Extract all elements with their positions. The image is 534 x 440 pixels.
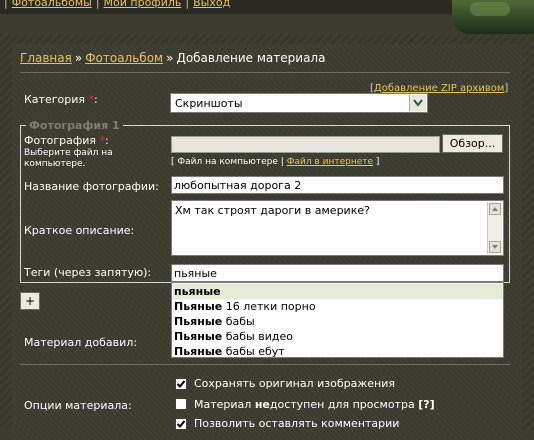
bracket-open: [	[171, 157, 175, 167]
autocomplete-item[interactable]: пьяные	[173, 284, 503, 299]
suggestion-bold: Пьяные	[174, 300, 223, 313]
autocomplete-item[interactable]: Пьяные бабы видео	[173, 329, 503, 344]
autocomplete-item[interactable]: Пьяные 16 летки порно	[173, 299, 503, 314]
suggestion-rest: бабы ебут	[222, 345, 285, 358]
header-foliage-highlight	[470, 2, 510, 16]
breadcrumb-arrow: »	[166, 51, 174, 65]
source-separator: |	[280, 157, 284, 167]
category-label: Категория	[24, 93, 85, 106]
added-by-label: Материал добавил:	[24, 336, 138, 349]
allow-comments-checkbox[interactable]	[175, 418, 187, 430]
option-text-bold: не	[254, 398, 270, 411]
top-nav-separator: |	[185, 0, 190, 9]
suggestion-rest: бабы видео	[222, 330, 293, 343]
divider	[20, 72, 510, 73]
breadcrumb-current: Добавление материала	[176, 51, 326, 65]
photo-label-wrapper: Фотография *:	[24, 134, 109, 147]
category-select[interactable]: Скриншоты	[170, 93, 428, 113]
tags-autocomplete-list: пьяные Пьяные 16 летки порно Пьяные бабы…	[171, 282, 504, 358]
suggestion-bold: Пьяные	[174, 315, 223, 328]
unavailable-label: Материал недоступен для просмотра [?]	[194, 398, 435, 411]
description-scrollbar[interactable]	[487, 202, 502, 254]
options-label: Опции материала:	[24, 399, 132, 412]
help-link[interactable]: [?]	[418, 398, 434, 411]
option-text: Позволить оставлять комментарии	[194, 417, 400, 430]
photo-section-title: Фотография 1	[26, 119, 123, 132]
suggestion-rest: бабы	[222, 315, 255, 328]
bracket-close: ]	[375, 157, 380, 167]
option-text: Материал	[194, 398, 255, 411]
photo-source-switch: [ Файл на компьютере | Файл в интернете …	[171, 157, 379, 167]
photo-file-input[interactable]	[171, 136, 440, 153]
label-colon: :	[105, 134, 109, 147]
photo-title-label: Название фотографии:	[24, 180, 159, 193]
bracket-close: ]	[504, 83, 509, 94]
label-colon: :	[93, 93, 98, 106]
source-internet-link[interactable]: Файл в интернете	[287, 157, 373, 167]
checkmark-icon	[176, 420, 186, 428]
category-select-value: Скриншоты	[175, 97, 243, 110]
nav-link-my-profile[interactable]: Мой профиль	[104, 0, 182, 9]
breadcrumb-album-link[interactable]: Фотоальбом	[85, 51, 163, 65]
tags-input[interactable]: пьяные	[171, 264, 504, 282]
keep-original-checkbox[interactable]	[175, 378, 187, 390]
description-text: Хм так строят дароги в америке?	[175, 204, 370, 217]
chevron-down-icon[interactable]	[409, 95, 426, 111]
browse-button[interactable]: Обзор...	[442, 134, 503, 153]
allow-comments-label: Позволить оставлять комментарии	[194, 417, 399, 430]
photo-title-input[interactable]: любопытная дорога 2	[171, 176, 504, 194]
top-nav: | Фотоальбомы | Мой профиль | Выход	[0, 0, 230, 9]
scroll-down-icon[interactable]	[489, 241, 501, 253]
autocomplete-item[interactable]: Пьяные бабы ебут	[173, 344, 503, 359]
scroll-up-icon[interactable]	[489, 203, 501, 215]
breadcrumb-home-link[interactable]: Главная	[20, 51, 72, 65]
suggestion-rest: 16 летки порно	[222, 300, 316, 313]
category-label-wrapper: Категория *:	[24, 93, 98, 106]
unavailable-checkbox[interactable]	[175, 398, 187, 410]
description-label: Краткое описание:	[24, 224, 135, 237]
breadcrumb: Главная» Фотоальбом» Добавление материала	[20, 51, 325, 65]
photo-hint: Выберите файл на компьютере.	[24, 148, 113, 169]
photo-label: Фотография	[24, 134, 97, 147]
suggestion-bold: Пьяные	[174, 345, 223, 358]
checkmark-icon	[176, 380, 186, 388]
top-nav-separator: |	[4, 0, 8, 9]
source-computer: Файл на компьютере	[177, 157, 278, 167]
breadcrumb-arrow: »	[74, 51, 83, 65]
top-nav-separator: |	[95, 0, 100, 9]
suggestion-bold: пьяные	[174, 285, 221, 298]
nav-link-logout[interactable]: Выход	[193, 0, 230, 9]
option-text: доступен для просмотра	[269, 398, 419, 411]
suggestion-bold: Пьяные	[174, 330, 223, 343]
keep-original-label: Сохранять оригинал изображения	[194, 377, 395, 390]
description-textarea[interactable]: Хм так строят дароги в америке?	[171, 200, 504, 256]
add-photo-button[interactable]: +	[20, 292, 40, 310]
divider	[20, 364, 510, 365]
option-text: Сохранять оригинал изображения	[194, 377, 395, 390]
nav-link-photoalbums[interactable]: Фотоальбомы	[12, 0, 92, 9]
autocomplete-item[interactable]: Пьяные бабы	[173, 314, 503, 329]
tags-label: Теги (через запятую):	[24, 266, 152, 279]
